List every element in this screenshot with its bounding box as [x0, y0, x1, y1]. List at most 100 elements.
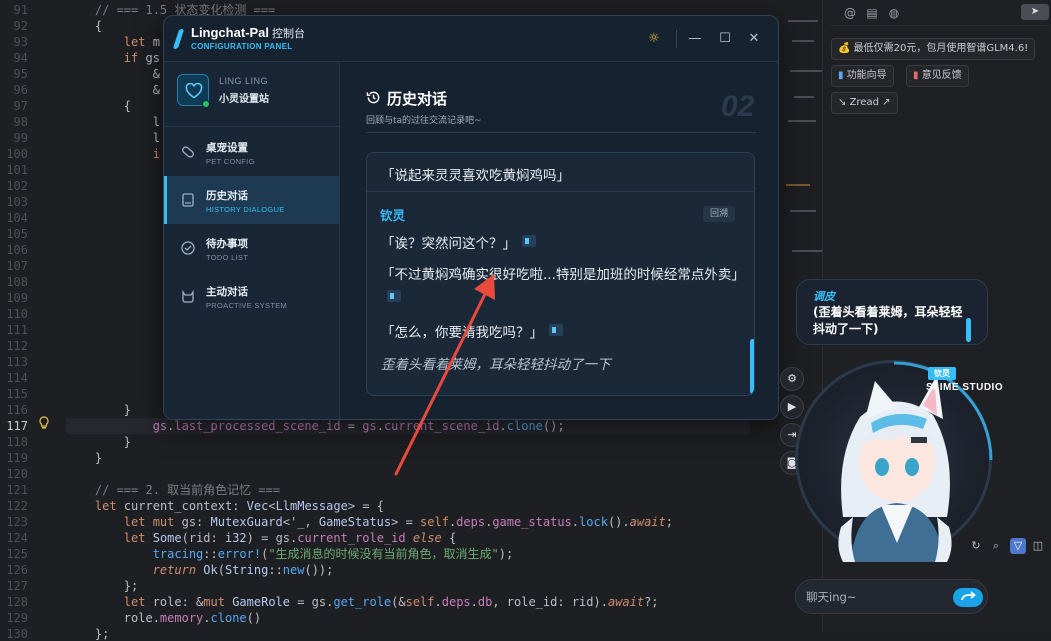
line-number: 106 [6, 243, 28, 257]
lightbulb-icon[interactable] [38, 416, 50, 430]
line-number: 110 [6, 307, 28, 321]
zread-button[interactable]: ↘ Zread ↗ [831, 92, 898, 114]
search-icon[interactable]: ⌕ [988, 538, 1004, 554]
code-line: let m [123, 35, 160, 49]
title-divider [366, 132, 756, 133]
speaker-name: 钦灵 [380, 208, 406, 223]
app-subtitle: CONFIGURATION PANEL [191, 42, 293, 51]
check-circle-icon [181, 241, 195, 255]
brand-subtitle: LING LING [219, 76, 269, 86]
minimize-icon[interactable]: — [685, 29, 705, 49]
send-button[interactable] [953, 588, 983, 607]
feedback-button[interactable]: ▮ 意见反馈 [906, 65, 969, 87]
status-bar [380, 632, 1051, 641]
line-number: 107 [6, 259, 28, 273]
line-number: 93 [13, 35, 28, 49]
line-number: 117 [6, 419, 28, 433]
page-subtitle: 回顾与ta的过往交流记录吧~ [366, 116, 482, 126]
line-number: 104 [6, 211, 28, 225]
line-number: 111 [6, 323, 28, 337]
rewind-button[interactable]: 回溯 [703, 206, 735, 222]
code-line: if gs [123, 51, 160, 65]
line-number: 112 [6, 339, 28, 353]
sidebar-item-history[interactable]: 历史对话 HISTORY DIALOGUE [164, 176, 340, 224]
bubble-text: (歪着头看着莱姆，耳朵轻轻抖动了一下) [813, 305, 963, 336]
send-arrow-icon [961, 591, 976, 601]
line-number: 92 [13, 19, 28, 33]
panel-toolbar: @ ▤ ◍ ➤ [831, 0, 1049, 26]
line-number: 126 [6, 563, 28, 577]
app-title-cn: 控制台 [272, 28, 306, 40]
reply-text: 「诶？突然问这个？」 [381, 236, 516, 252]
sidebar-nav: LING LING 小灵设置站 桌宠设置 PET CONFIG 历史对话 HIS… [164, 62, 340, 419]
guide-button[interactable]: ▮ 功能向导 [831, 65, 894, 87]
line-number: 100 [6, 147, 28, 161]
scrollbar-thumb[interactable] [750, 339, 754, 394]
panel-bottom-tools: ↻ ⌕ ▽ ◫ [968, 538, 1048, 556]
line-number: 129 [6, 611, 28, 625]
code-line: let current_context: Vec<LlmMessage> = { [94, 499, 384, 513]
speaker-icon[interactable] [549, 324, 563, 336]
line-number: 120 [6, 467, 28, 481]
emotion-label: 调皮 [813, 290, 835, 303]
code-line: } [66, 403, 132, 417]
annotation-arrow [394, 274, 495, 476]
filter-icon[interactable]: ▽ [1010, 538, 1026, 554]
card-divider [367, 191, 754, 192]
user-message: 「说起来灵灵喜欢吃黄焖鸡吗」 [381, 168, 570, 184]
code-line: & [66, 83, 160, 97]
app-title: Lingchat-Pal 控制台 [191, 25, 305, 41]
sidebar-item-todo[interactable]: 待办事项 TODO LIST [164, 224, 340, 272]
mention-icon[interactable]: @ [843, 6, 857, 20]
page-number: 02 [721, 90, 755, 123]
promo-banner[interactable]: 💰 最低仅需20元，包月使用智谱GLM4.6! [831, 38, 1036, 60]
code-line: let role: &mut GameRole = gs.get_role(&s… [123, 595, 659, 609]
nav-sublabel: PET CONFIG [206, 157, 255, 166]
nav-sublabel: TODO LIST [206, 253, 249, 262]
code-line: } [66, 435, 132, 449]
code-line: } [66, 451, 103, 465]
line-number: 113 [6, 355, 28, 369]
pill-icon [182, 146, 194, 158]
code-line: i [152, 147, 160, 161]
nav-divider [164, 126, 340, 127]
line-number-gutter: 91 92 93 94 95 96 97 98 99 100 101 102 103 104 105 106 1… [0, 0, 62, 641]
line-number: 114 [6, 371, 28, 385]
code-line: l [66, 131, 160, 145]
line-number: 91 [13, 3, 28, 17]
reply-line: 「诶？突然问这个？」 [381, 232, 741, 256]
dialog-titlebar[interactable]: Lingchat-Pal 控制台 CONFIGURATION PANEL ☼ — … [164, 16, 778, 62]
line-number: 109 [6, 291, 28, 305]
page-title: 历史对话 [387, 90, 448, 108]
online-status-dot [202, 100, 210, 108]
line-number: 123 [6, 515, 28, 529]
code-line: let mut gs: MutexGuard<'_, GameStatus> =… [123, 515, 673, 529]
bubble-scroll[interactable] [966, 318, 971, 342]
theme-toggle-icon[interactable]: ☼ [644, 29, 664, 49]
chat-input[interactable] [806, 588, 946, 606]
line-number: 97 [13, 99, 28, 113]
file-icon[interactable]: ▤ [865, 6, 879, 20]
speaker-icon[interactable] [522, 235, 536, 247]
code-line: { [66, 19, 103, 33]
pet-character[interactable] [815, 367, 975, 562]
send-icon[interactable]: ➤ [1021, 4, 1049, 20]
code-line: l [66, 115, 160, 129]
app-title-text: Lingchat-Pal [191, 25, 270, 40]
sidebar-item-proactive[interactable]: 主动对话 PROACTIVE SYSTEM [164, 272, 340, 320]
split-icon[interactable]: ◫ [1030, 538, 1046, 554]
code-line: { [66, 99, 132, 113]
sidebar-item-pet-config[interactable]: 桌宠设置 PET CONFIG [164, 128, 340, 176]
feedback-icon: ▮ [913, 70, 922, 81]
refresh-icon[interactable]: ↻ [968, 538, 984, 554]
titlebar-divider [676, 30, 677, 48]
line-number: 130 [6, 627, 28, 641]
line-number: 102 [6, 179, 28, 193]
line-number: 98 [13, 115, 28, 129]
line-number: 124 [6, 531, 28, 545]
nav-sublabel: PROACTIVE SYSTEM [206, 301, 288, 310]
close-icon[interactable]: ✕ [744, 29, 764, 49]
chat-bar [795, 579, 988, 614]
globe-icon[interactable]: ◍ [887, 6, 901, 20]
maximize-icon[interactable]: ☐ [715, 29, 735, 49]
